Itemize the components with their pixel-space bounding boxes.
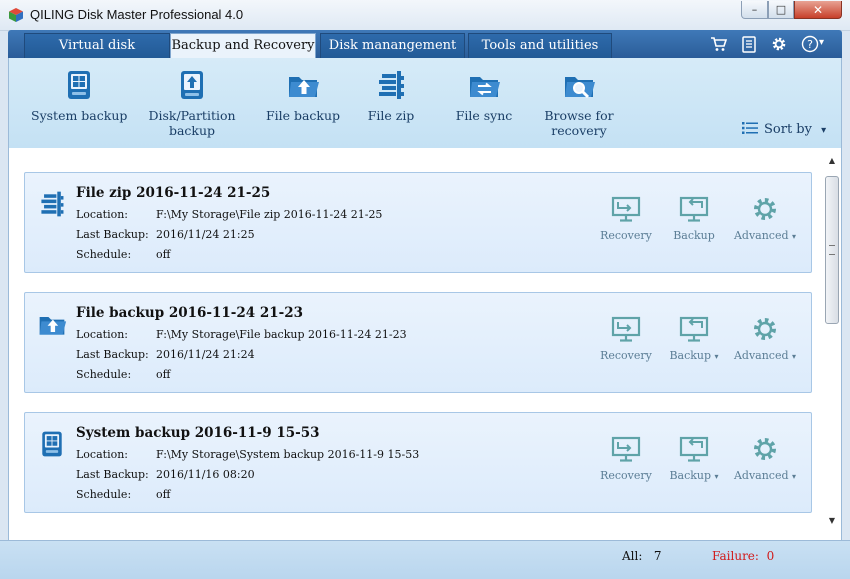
recovery-button[interactable]: Recovery	[591, 195, 661, 242]
help-dropdown-caret[interactable]: ▾	[819, 37, 824, 48]
ribbon-label: File zip	[367, 108, 415, 123]
ribbon-label: Browse for recovery	[544, 108, 614, 138]
task-location: Location: F:\My Storage\File backup 2016-…	[76, 328, 407, 341]
help-icon[interactable]: ?	[801, 35, 819, 53]
folder-search-icon	[565, 77, 595, 99]
task-location: Location: F:\My Storage\File zip 2016-11-…	[76, 208, 383, 221]
sort-by-label: Sort by	[764, 122, 812, 137]
zip-icon	[379, 71, 404, 99]
status-bar: All: 7 Failure: 0	[0, 540, 850, 579]
ribbon-label: System backup	[31, 108, 128, 123]
minimize-button[interactable]: –	[741, 1, 768, 19]
disk-upload-icon	[181, 71, 203, 99]
browse-for-recovery-button[interactable]: Browse for recovery	[531, 68, 627, 138]
task-last-backup: Last Backup: 2016/11/24 21:25	[76, 228, 255, 241]
vertical-scrollbar[interactable]: ▲ ▼	[824, 154, 840, 528]
svg-text:?: ?	[807, 38, 813, 51]
backup-button[interactable]: Backup ▾	[659, 315, 729, 362]
file-sync-button[interactable]: File sync	[449, 68, 519, 123]
maximize-button[interactable]: □	[768, 1, 794, 19]
status-all-count: All: 7	[622, 549, 662, 563]
chevron-down-icon: ▾	[792, 352, 797, 361]
task-title: File backup 2016-11-24 21-23	[76, 305, 304, 321]
ribbon-label: Disk/Partition backup	[148, 108, 236, 138]
scrollbar-grip	[829, 245, 835, 255]
scrollbar-thumb[interactable]	[825, 176, 839, 324]
monitor-recovery-icon	[611, 196, 641, 222]
chevron-down-icon: ▾	[714, 352, 719, 361]
tab-backup-and-recovery[interactable]: Backup and Recovery	[170, 33, 316, 59]
task-title: System backup 2016-11-9 15-53	[76, 425, 320, 441]
ribbon-label: File sync	[455, 108, 513, 123]
scroll-up-arrow-icon[interactable]: ▲	[824, 154, 840, 168]
backup-task-card[interactable]: File backup 2016-11-24 21-23 Location: F:…	[24, 292, 812, 393]
monitor-recovery-icon	[611, 316, 641, 342]
backup-task-list: File zip 2016-11-24 21-25 Location: F:\My…	[8, 148, 842, 540]
status-failure-count: Failure: 0	[712, 549, 775, 563]
clipboard-icon[interactable]	[740, 35, 758, 53]
list-icon	[742, 122, 758, 134]
backup-task-card[interactable]: System backup 2016-11-9 15-53 Location: F…	[24, 412, 812, 513]
chevron-down-icon: ▾	[792, 472, 797, 481]
file-zip-button[interactable]: File zip	[361, 68, 421, 123]
task-last-backup: Last Backup: 2016/11/24 21:24	[76, 348, 255, 361]
task-schedule: Schedule: off	[76, 488, 171, 501]
advanced-button[interactable]: Advanced ▾	[730, 315, 800, 362]
chevron-down-icon: ▾	[792, 232, 797, 241]
title-bar: QILING Disk Master Professional 4.0 – □ …	[0, 0, 850, 31]
main-tab-bar: Virtual disk Backup and Recovery Disk ma…	[8, 30, 842, 59]
advanced-button[interactable]: Advanced ▾	[730, 435, 800, 482]
task-location: Location: F:\My Storage\System backup 201…	[76, 448, 420, 461]
task-schedule: Schedule: off	[76, 248, 171, 261]
task-schedule: Schedule: off	[76, 368, 171, 381]
monitor-backup-icon	[679, 436, 709, 462]
gear-icon[interactable]	[770, 35, 788, 53]
ribbon-label: File backup	[265, 108, 341, 123]
file-backup-button[interactable]: File backup	[258, 68, 348, 123]
app-logo-icon	[9, 8, 23, 22]
tab-tools-and-utilities[interactable]: Tools and utilities	[468, 33, 612, 58]
tab-disk-management[interactable]: Disk manangement	[320, 33, 465, 58]
tab-virtual-disk[interactable]: Virtual disk	[24, 33, 170, 58]
windows-drive-icon	[42, 431, 62, 457]
monitor-backup-icon	[679, 316, 709, 342]
folder-upload-icon	[39, 316, 67, 335]
window-title: QILING Disk Master Professional 4.0	[30, 7, 244, 22]
scroll-down-arrow-icon[interactable]: ▼	[824, 514, 840, 528]
gear-icon	[754, 318, 776, 340]
monitor-recovery-icon	[611, 436, 641, 462]
backup-task-card[interactable]: File zip 2016-11-24 21-25 Location: F:\My…	[24, 172, 812, 273]
backup-button[interactable]: Backup	[659, 195, 729, 242]
advanced-button[interactable]: Advanced ▾	[730, 195, 800, 242]
ribbon-toolbar: System backup Disk/Partition backup File…	[8, 58, 842, 148]
folder-upload-icon	[289, 77, 319, 97]
cart-icon[interactable]	[710, 35, 728, 53]
task-last-backup: Last Backup: 2016/11/16 08:20	[76, 468, 255, 481]
sort-by-button[interactable]: Sort by ▾	[742, 121, 826, 137]
close-button[interactable]: ✕	[794, 1, 842, 19]
monitor-backup-icon	[679, 196, 709, 222]
backup-button[interactable]: Backup ▾	[659, 435, 729, 482]
disk-partition-backup-button[interactable]: Disk/Partition backup	[140, 68, 244, 138]
recovery-button[interactable]: Recovery	[591, 315, 661, 362]
recovery-button[interactable]: Recovery	[591, 435, 661, 482]
system-backup-button[interactable]: System backup	[31, 68, 127, 123]
gear-icon	[754, 438, 776, 460]
chevron-down-icon: ▾	[821, 125, 827, 136]
chevron-down-icon: ▾	[714, 472, 719, 481]
task-title: File zip 2016-11-24 21-25	[76, 185, 271, 201]
windows-drive-icon	[68, 71, 90, 99]
zip-icon	[41, 191, 64, 217]
folder-sync-icon	[470, 77, 500, 97]
gear-icon	[754, 198, 776, 220]
